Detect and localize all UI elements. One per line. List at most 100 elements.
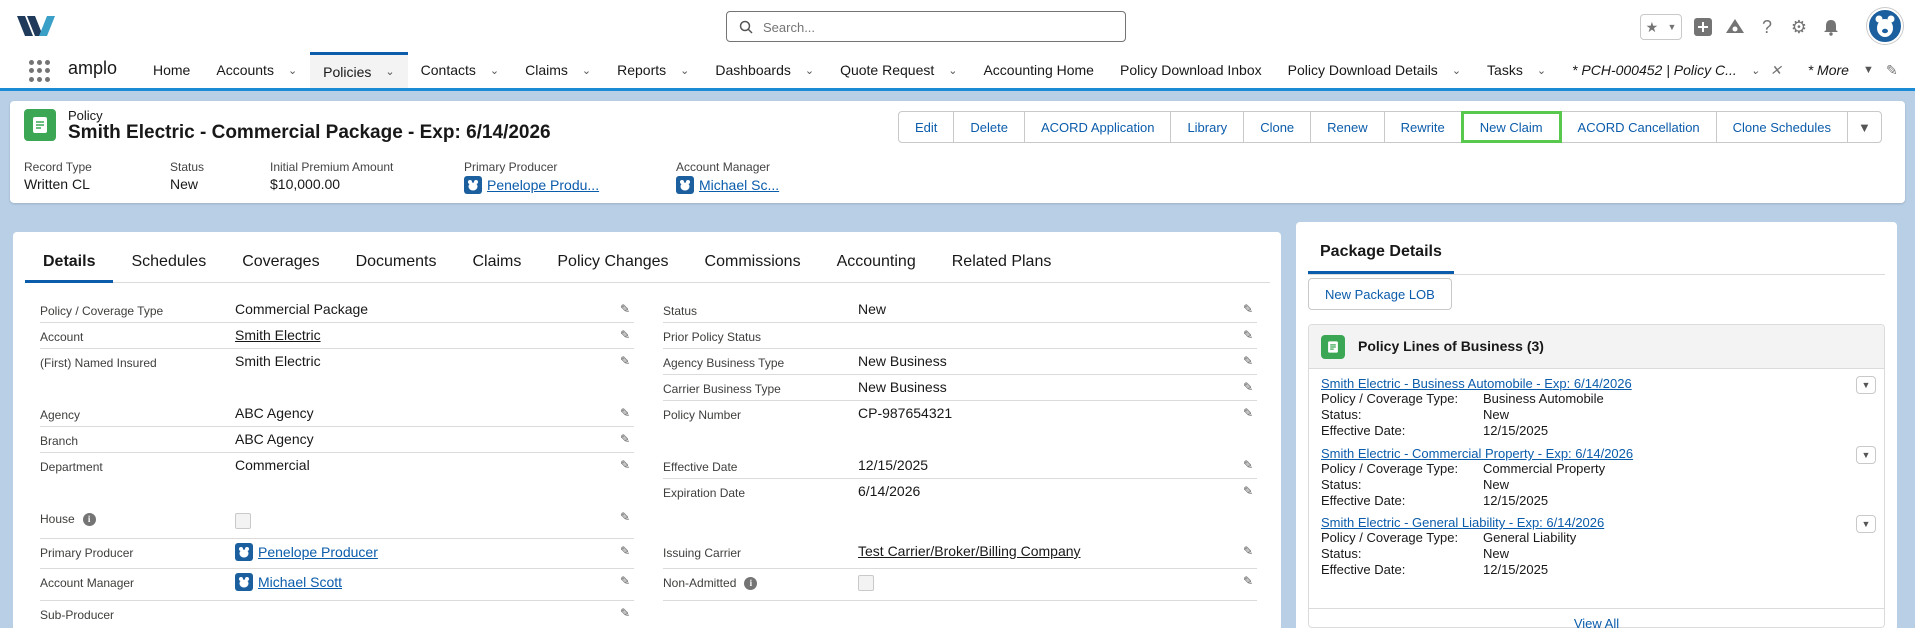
close-icon[interactable]: ✕ [1770,62,1782,79]
tab-claims[interactable]: Claims [454,250,539,283]
edit-button[interactable]: Edit [898,111,955,143]
info-icon[interactable]: i [744,576,758,590]
pencil-icon[interactable]: ✎ [1243,354,1253,368]
nav-more[interactable]: * More ▼ [1795,52,1887,88]
non-admitted-checkbox[interactable] [858,575,874,591]
tab-documents[interactable]: Documents [338,250,455,283]
gear-icon[interactable]: ⚙ [1788,16,1810,38]
account-link[interactable]: Smith Electric [235,327,321,343]
help-icon[interactable]: ? [1756,16,1778,38]
tab-package-details[interactable]: Package Details [1308,238,1454,274]
field-label: Issuing Carrier [663,546,742,560]
field-label: Policy / Coverage Type: [1321,461,1459,476]
tab-policy-changes[interactable]: Policy Changes [539,250,686,283]
pencil-icon[interactable]: ✎ [1243,328,1253,342]
pencil-icon[interactable]: ✎ [1243,302,1253,316]
more-actions-button[interactable]: ▼ [1846,111,1882,143]
nav-item-accounts[interactable]: Accounts ⌄ [203,52,310,88]
new-package-lob-button[interactable]: New Package LOB [1308,278,1452,310]
nav-item-reports[interactable]: Reports ⌄ [604,52,702,88]
view-all-link[interactable]: View All [1309,608,1884,628]
policy-line-link[interactable]: Smith Electric - Business Automobile - E… [1321,376,1876,391]
amplo-logo[interactable] [17,12,55,40]
renew-button[interactable]: Renew [1310,111,1385,143]
chevron-down-icon[interactable]: ⌄ [385,65,394,78]
house-checkbox[interactable] [235,513,251,529]
pencil-icon[interactable]: ✎ [620,354,630,368]
pencil-icon[interactable]: ✎ [1243,544,1253,558]
chevron-down-icon[interactable]: ⌄ [1537,64,1546,77]
pencil-icon[interactable]: ✎ [620,432,630,446]
clone-schedules-button[interactable]: Clone Schedules [1715,111,1848,143]
row-actions-dropdown[interactable]: ▼ [1856,446,1876,464]
acord-cancellation-button[interactable]: ACORD Cancellation [1560,111,1717,143]
library-button[interactable]: Library [1170,111,1245,143]
tab-commissions[interactable]: Commissions [687,250,819,283]
chevron-down-icon[interactable]: ⌄ [680,64,689,77]
row-actions-dropdown[interactable]: ▼ [1856,376,1876,394]
issuing-carrier-link[interactable]: Test Carrier/Broker/Billing Company [858,543,1081,559]
account-manager-link[interactable]: Michael Scott [258,574,342,590]
nav-item-accounting-home[interactable]: Accounting Home [970,52,1107,88]
tab-related-plans[interactable]: Related Plans [934,250,1070,283]
edit-nav-icon[interactable]: ✎ [1886,62,1898,79]
pencil-icon[interactable]: ✎ [620,544,630,558]
chevron-down-icon[interactable]: ⌄ [1751,64,1760,77]
nav-item-quote-request[interactable]: Quote Request ⌄ [827,52,970,88]
related-list-title[interactable]: Policy Lines of Business (3) [1358,338,1544,354]
pencil-icon[interactable]: ✎ [620,606,630,620]
row-actions-dropdown[interactable]: ▼ [1856,515,1876,533]
policy-line-link[interactable]: Smith Electric - Commercial Property - E… [1321,446,1876,461]
add-icon[interactable] [1692,16,1714,38]
nav-item-tasks[interactable]: Tasks ⌄ [1474,52,1559,88]
pencil-icon[interactable]: ✎ [620,406,630,420]
app-launcher-icon[interactable] [29,60,51,82]
pencil-icon[interactable]: ✎ [1243,484,1253,498]
pencil-icon[interactable]: ✎ [1243,406,1253,420]
policy-line-link[interactable]: Smith Electric - General Liability - Exp… [1321,515,1876,530]
user-icon [676,176,694,194]
chevron-down-icon[interactable]: ⌄ [805,64,814,77]
nav-item-policy-download-details[interactable]: Policy Download Details ⌄ [1275,52,1474,88]
policy-lines-related-list: Policy Lines of Business (3) Smith Elect… [1308,324,1885,628]
primary-producer-link[interactable]: Penelope Produ... [487,177,599,193]
pencil-icon[interactable]: ✎ [620,458,630,472]
rewrite-button[interactable]: Rewrite [1383,111,1462,143]
pencil-icon[interactable]: ✎ [1243,574,1253,588]
bell-icon[interactable] [1820,16,1842,38]
pencil-icon[interactable]: ✎ [620,302,630,316]
info-icon[interactable]: i [82,512,96,526]
new-claim-button[interactable]: New Claim [1460,111,1562,143]
pencil-icon[interactable]: ✎ [620,328,630,342]
nav-item-home[interactable]: Home [140,52,203,88]
pencil-icon[interactable]: ✎ [620,510,630,524]
tab-accounting[interactable]: Accounting [819,250,934,283]
nav-item-contacts[interactable]: Contacts ⌄ [408,52,512,88]
tab-coverages[interactable]: Coverages [224,250,337,283]
tab-details[interactable]: Details [25,250,114,283]
chevron-down-icon[interactable]: ⌄ [490,64,499,77]
delete-button[interactable]: Delete [953,111,1025,143]
nav-item-policies[interactable]: Policies ⌄ [310,52,408,88]
chevron-down-icon[interactable]: ⌄ [948,64,957,77]
global-search[interactable] [726,11,1126,42]
chevron-down-icon[interactable]: ⌄ [582,64,591,77]
user-avatar[interactable] [1867,8,1903,44]
nav-item-policy-download-inbox[interactable]: Policy Download Inbox [1107,52,1275,88]
tab-schedules[interactable]: Schedules [113,250,224,283]
account-manager-link[interactable]: Michael Sc... [699,177,779,193]
nav-open-record-tab[interactable]: * PCH-000452 | Policy C... ⌄ ✕ [1559,52,1795,88]
nav-item-claims[interactable]: Claims ⌄ [512,52,604,88]
chevron-down-icon[interactable]: ⌄ [1452,64,1461,77]
acord-application-button[interactable]: ACORD Application [1023,111,1172,143]
nav-item-dashboards[interactable]: Dashboards ⌄ [702,52,827,88]
pencil-icon[interactable]: ✎ [620,574,630,588]
primary-producer-link[interactable]: Penelope Producer [258,544,378,560]
trailhead-icon[interactable] [1724,16,1746,38]
chevron-down-icon[interactable]: ⌄ [288,64,297,77]
clone-button[interactable]: Clone [1243,111,1312,143]
pencil-icon[interactable]: ✎ [1243,380,1253,394]
search-input[interactable] [763,17,1113,37]
favorites-button[interactable]: ★ ▼ [1640,14,1682,40]
pencil-icon[interactable]: ✎ [1243,458,1253,472]
